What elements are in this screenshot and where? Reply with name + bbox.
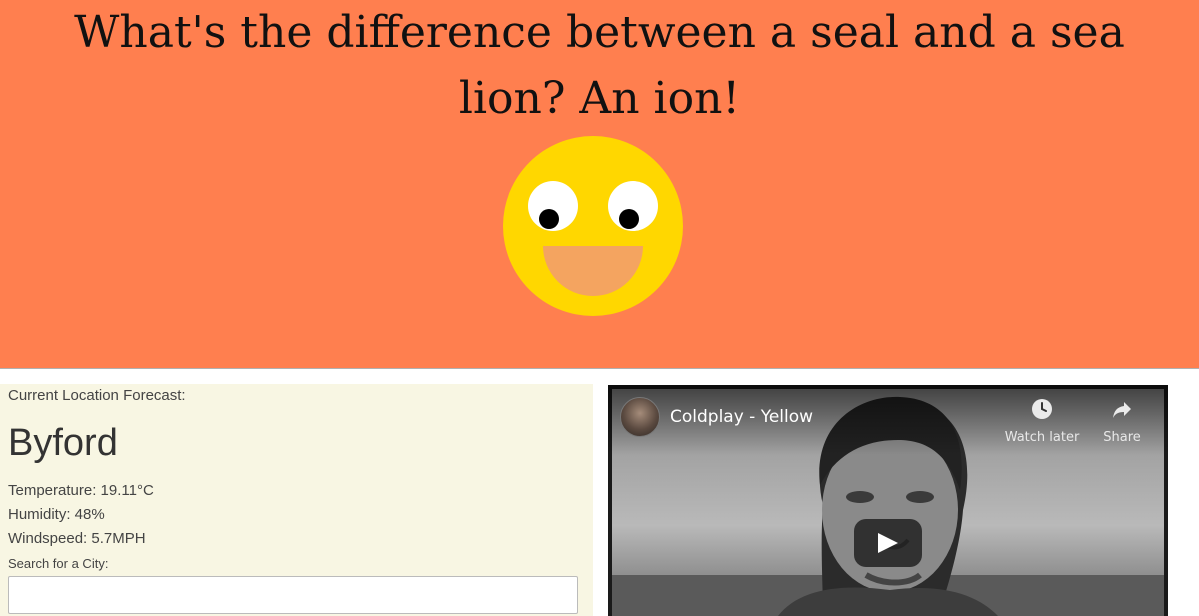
forecast-heading: Current Location Forecast:: [8, 387, 186, 404]
weather-panel: Current Location Forecast: Byford Temper…: [0, 384, 593, 616]
play-button[interactable]: [854, 519, 922, 567]
channel-avatar[interactable]: [620, 397, 660, 437]
joke-banner: What's the difference between a seal and…: [0, 0, 1199, 369]
video-embed[interactable]: Coldplay - Yellow Watch later Share: [608, 385, 1168, 616]
windspeed-value: Windspeed: 5.7MPH: [8, 530, 146, 547]
humidity-value: Humidity: 48%: [8, 506, 105, 523]
clock-icon: [1032, 399, 1052, 419]
city-search-label: Search for a City:: [8, 556, 109, 571]
share-label: Share: [1103, 430, 1141, 445]
watch-later-button[interactable]: Watch later: [1002, 397, 1082, 445]
temperature-value: Temperature: 19.11°C: [8, 482, 154, 499]
video-title[interactable]: Coldplay - Yellow: [670, 407, 813, 427]
city-name: Byford: [8, 422, 118, 464]
smiley-face-icon: [503, 136, 683, 316]
share-arrow-icon: [1113, 402, 1131, 418]
watch-later-label: Watch later: [1004, 430, 1080, 445]
city-search-input[interactable]: [8, 576, 578, 614]
share-button[interactable]: Share: [1082, 397, 1162, 445]
play-icon: [878, 533, 898, 553]
joke-text: What's the difference between a seal and…: [74, 7, 1125, 124]
